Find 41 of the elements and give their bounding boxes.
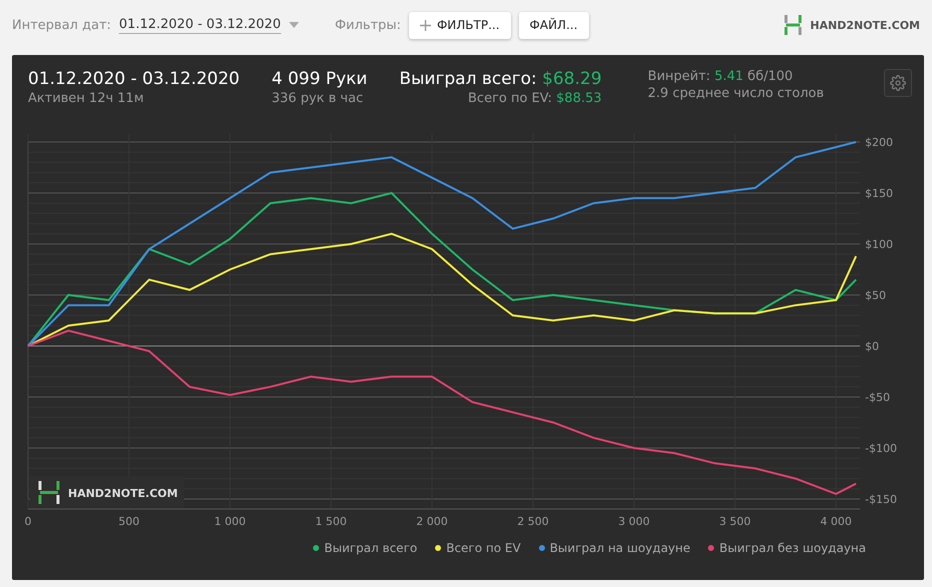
legend-label[interactable]: Выиграл на шоудауне [550, 541, 690, 555]
y-axis-label: -$50 [865, 391, 890, 404]
y-axis-label: $150 [865, 187, 893, 200]
y-axis-label: $200 [865, 136, 893, 149]
y-axis-label: -$100 [865, 442, 897, 455]
x-axis-label: 1 000 [214, 515, 246, 528]
logo-icon [784, 14, 802, 36]
x-axis-label: 2 000 [416, 515, 448, 528]
logo-text: HAND2NOTE.COM [810, 18, 920, 32]
y-axis-label: $50 [865, 289, 886, 302]
x-axis-label: 3 000 [618, 515, 650, 528]
tables-average: 2.9 среднее число столов [648, 86, 824, 101]
hands-count: 4 099 Руки [272, 69, 368, 89]
settings-icon [890, 75, 906, 91]
chart-logo: HAND2NOTE.COM [30, 476, 184, 508]
filters-label: Фильтры: [334, 18, 401, 32]
legend-label[interactable]: Всего по EV [446, 541, 521, 555]
date-range-dropdown[interactable]: 01.12.2020 - 03.12.2020 [119, 16, 281, 34]
hands-rate: 336 рук в час [272, 91, 364, 106]
plus-icon [420, 20, 431, 30]
add-filter-button[interactable]: ФИЛЬТР... [408, 12, 511, 38]
date-range-label: Интервал дат: [12, 18, 112, 32]
winrate: Винрейт: 5.41 бб/100 [648, 69, 793, 84]
period-title: 01.12.2020 - 03.12.2020 [28, 69, 240, 89]
y-axis-label: -$150 [865, 493, 897, 506]
caret-icon[interactable] [288, 22, 299, 28]
settings-button[interactable] [884, 69, 912, 97]
x-axis-label: 3 500 [719, 515, 751, 528]
legend-label[interactable]: Выиграл всего [324, 541, 418, 555]
x-axis-label: 500 [118, 515, 140, 528]
active-time: Активен 12ч 11м [28, 91, 144, 106]
ev-total: Всего по EV: $88.53 [468, 91, 602, 106]
y-axis-label: $100 [865, 238, 893, 251]
total-won: Выиграл всего: $68.29 [399, 69, 602, 89]
x-axis-label: 2 500 [517, 515, 549, 528]
x-axis-label: 4 000 [820, 515, 852, 528]
legend-label[interactable]: Выиграл без шоудауна [719, 541, 866, 555]
file-button[interactable]: ФАЙЛ... [518, 12, 589, 38]
x-axis-label: 0 [24, 515, 32, 528]
x-axis-label: 1 500 [315, 515, 347, 528]
y-axis-label: $0 [865, 340, 879, 353]
